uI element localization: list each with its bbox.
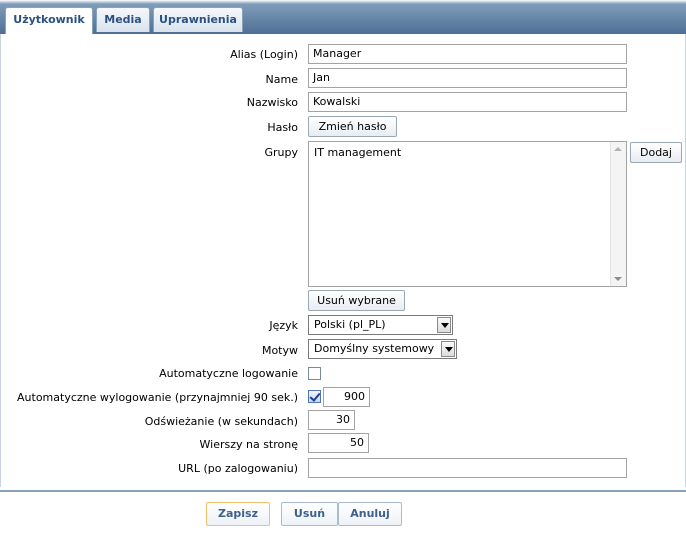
chevron-down-icon[interactable] (441, 341, 455, 357)
language-select[interactable]: Polski (pl_PL) (308, 315, 453, 335)
remove-selected-button[interactable]: Usuń wybrane (308, 290, 405, 311)
language-value: Polski (pl_PL) (314, 318, 386, 331)
autologout-input[interactable]: 900 (323, 387, 370, 407)
name-input[interactable]: Jan (308, 68, 627, 88)
group-option[interactable]: IT management (314, 146, 401, 159)
surname-label: Nazwisko (246, 96, 298, 109)
url-input[interactable] (308, 458, 627, 478)
rows-per-page-label: Wierszy na stronę (199, 438, 299, 451)
cancel-button[interactable]: Anuluj (338, 502, 402, 526)
autologin-label: Automatyczne logowanie (159, 367, 298, 380)
groups-label: Grupy (264, 146, 298, 159)
surname-input[interactable]: Kowalski (308, 92, 627, 112)
scroll-up-icon[interactable] (614, 147, 622, 151)
chevron-down-icon[interactable] (437, 317, 451, 333)
name-label: Name (265, 73, 298, 86)
language-label: Język (269, 319, 298, 332)
tab-media[interactable]: Media (96, 7, 150, 32)
autologout-label: Automatyczne wylogowanie (przynajmniej 9… (17, 391, 298, 404)
url-label: URL (po zalogowaniu) (178, 462, 298, 475)
groups-scrollbar[interactable] (610, 142, 626, 286)
theme-label: Motyw (261, 344, 298, 357)
tab-bar: Użytkownik Media Uprawnienia (0, 0, 686, 34)
autologout-checkbox[interactable] (308, 390, 321, 403)
alias-label: Alias (Login) (230, 48, 298, 61)
add-group-button[interactable]: Dodaj (630, 142, 682, 163)
tab-permissions[interactable]: Uprawnienia (153, 7, 243, 32)
theme-select[interactable]: Domyślny systemowy (308, 339, 457, 359)
refresh-input[interactable]: 30 (308, 410, 355, 430)
change-password-button[interactable]: Zmień hasło (308, 116, 397, 137)
password-label: Hasło (267, 121, 298, 134)
refresh-label: Odświeżanie (w sekundach) (144, 415, 298, 428)
tab-user[interactable]: Użytkownik (5, 7, 93, 34)
form-footer: Zapisz Usuń Anuluj (0, 490, 686, 533)
scroll-down-icon[interactable] (614, 277, 622, 281)
rows-per-page-input[interactable]: 50 (308, 433, 369, 453)
alias-input[interactable]: Manager (308, 44, 627, 64)
autologin-checkbox[interactable] (308, 367, 321, 380)
groups-listbox[interactable]: IT management (308, 141, 627, 287)
theme-value: Domyślny systemowy (314, 342, 435, 355)
save-button[interactable]: Zapisz (206, 502, 270, 526)
delete-button[interactable]: Usuń (281, 502, 338, 526)
